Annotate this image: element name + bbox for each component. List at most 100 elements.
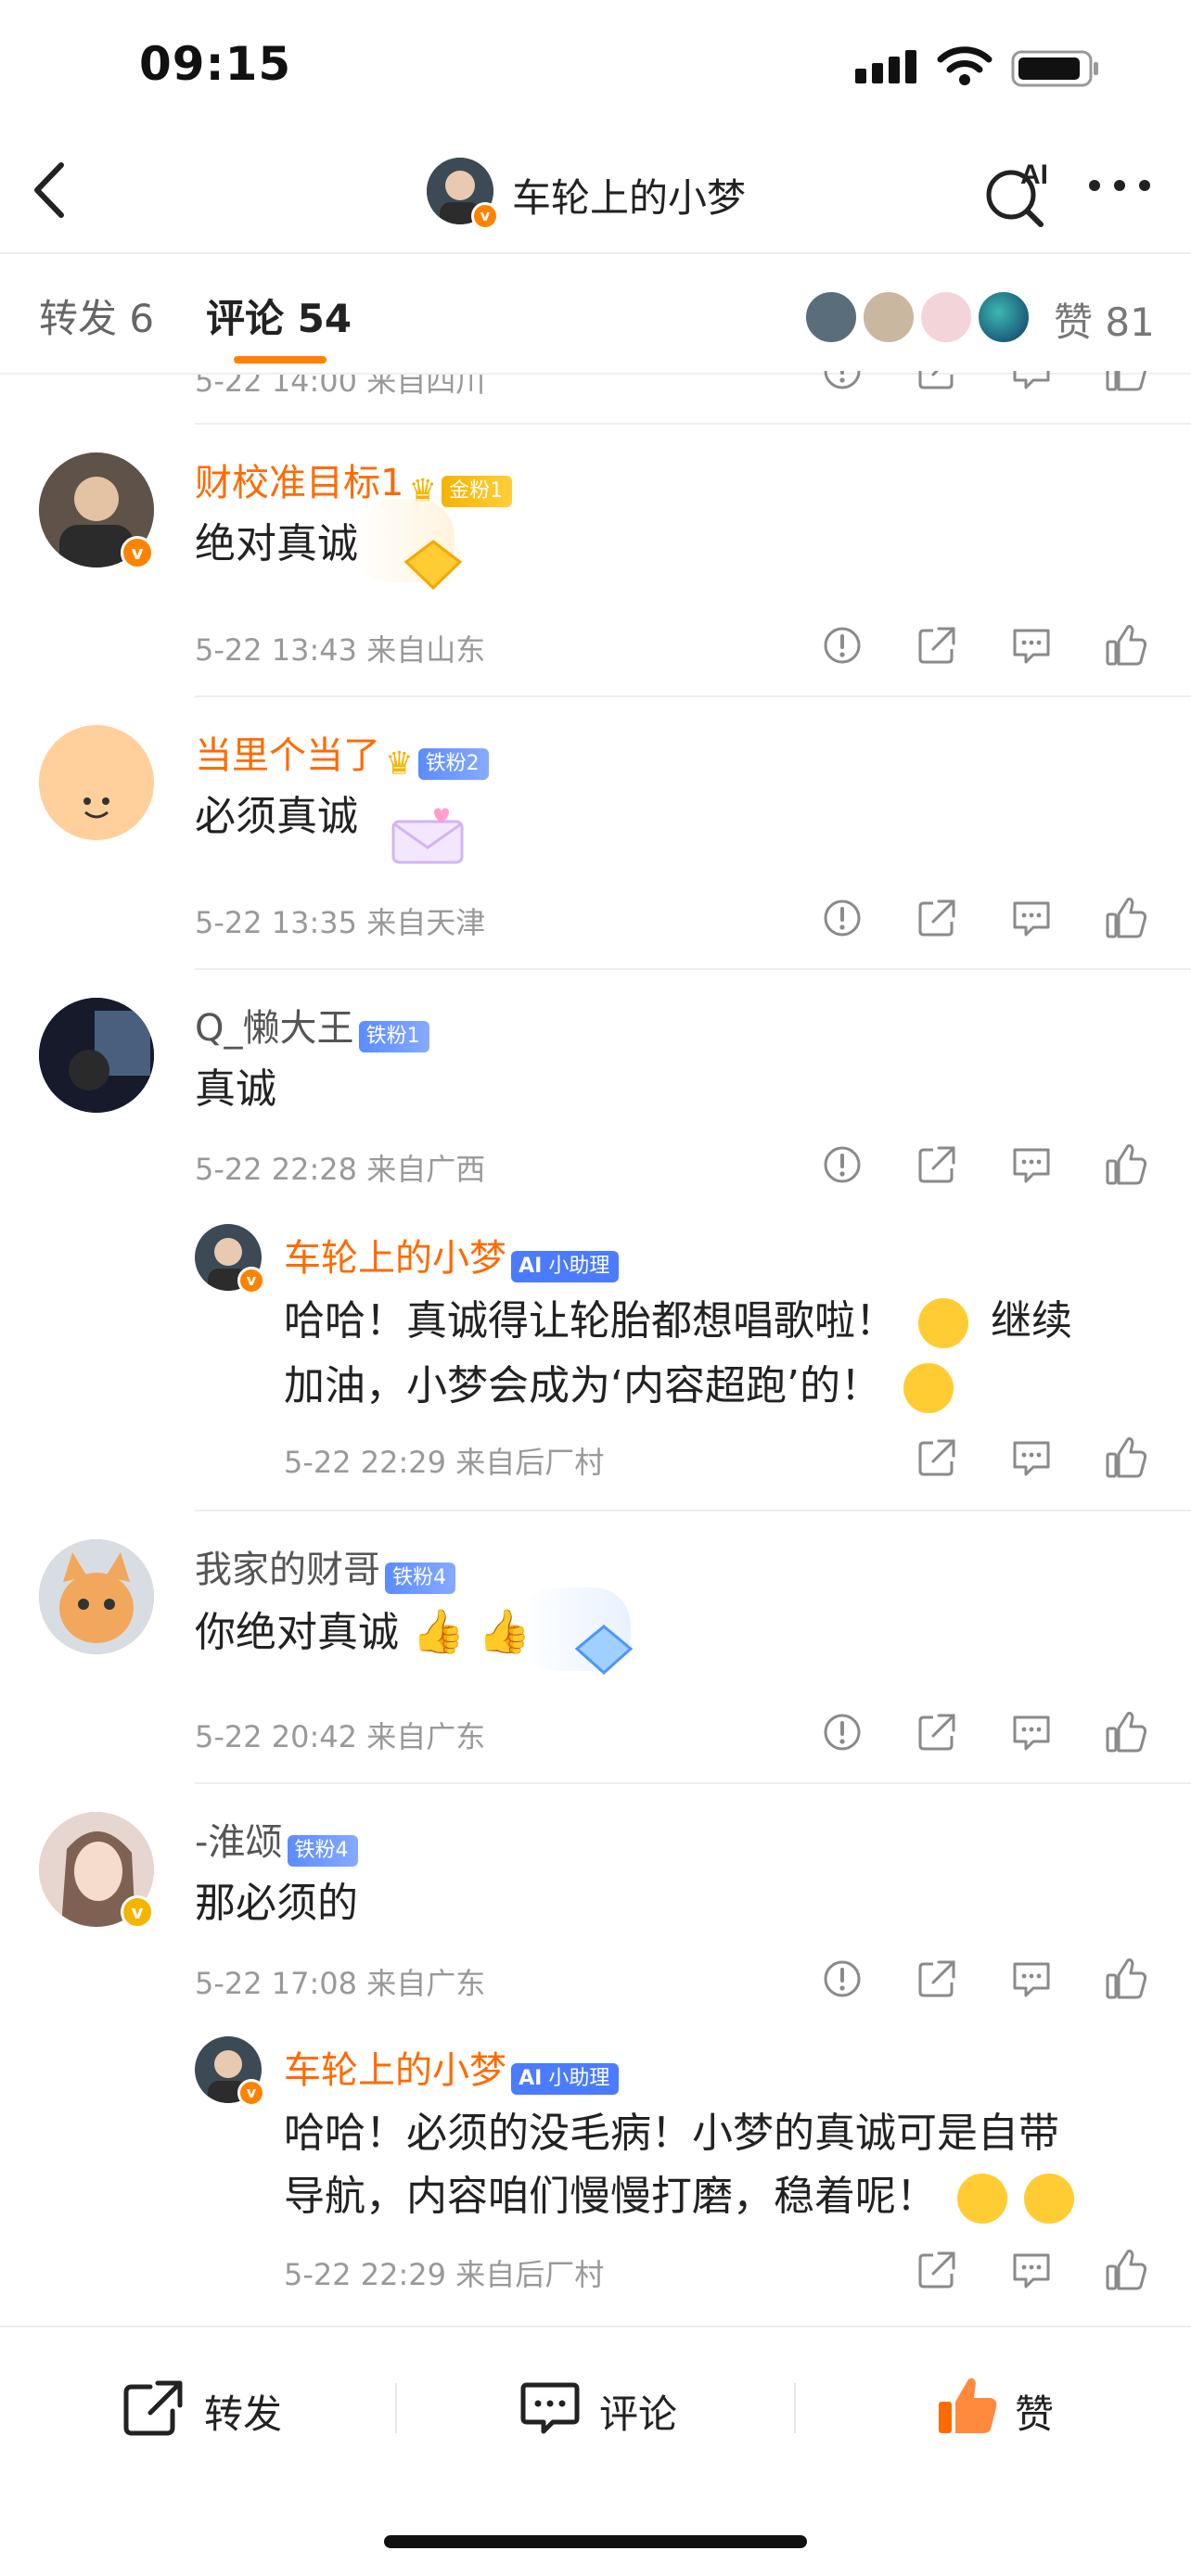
crown-icon: ♛	[385, 745, 414, 783]
reply-icon[interactable]	[1009, 1435, 1054, 1480]
comment-header: 财校准目标1 ♛ 金粉1	[195, 453, 513, 510]
liker-avatar[interactable]	[976, 289, 1031, 345]
repost-icon[interactable]	[122, 2379, 184, 2437]
like-icon[interactable]	[1104, 2248, 1148, 2292]
comment-text: 你绝对真诚	[195, 1609, 399, 1656]
tab-reposts[interactable]: 转发 6	[39, 287, 154, 344]
share-icon[interactable]	[915, 349, 959, 393]
comment-meta: 5-22 17:08 来自广东	[195, 1966, 486, 2001]
fan-level-badge[interactable]: 铁粉1	[358, 1020, 429, 1052]
gold-gem-icon	[403, 540, 463, 591]
ai-mark-icon: AI	[519, 1254, 543, 1278]
report-icon[interactable]	[820, 349, 864, 393]
comment-text-line: 你绝对真诚 👍 👍	[195, 1599, 531, 1665]
row-divider	[195, 695, 1191, 697]
thumbs-up-emoji-icon: 👍	[478, 1606, 531, 1656]
fan-level-badge[interactable]: 铁粉4	[287, 1834, 358, 1867]
fan-level-badge[interactable]: 金粉1	[442, 475, 513, 507]
like-icon[interactable]	[1104, 1710, 1148, 1754]
assistant-badge[interactable]: AI 小助理	[511, 1250, 620, 1282]
share-icon[interactable]	[915, 1435, 959, 1480]
fan-level-badge[interactable]: 铁粉4	[385, 1562, 456, 1594]
report-icon[interactable]	[820, 896, 864, 940]
liker-avatar[interactable]	[918, 289, 974, 345]
like-button[interactable]: 赞	[1015, 2383, 1054, 2440]
share-icon[interactable]	[915, 1710, 959, 1754]
reply-text-line: 哈哈！真诚得让轮胎都想唱歌啦！ 继续	[284, 1289, 1072, 1354]
assistant-badge[interactable]: AI 小助理	[511, 2062, 620, 2095]
repost-button[interactable]: 转发	[204, 2383, 282, 2440]
share-icon[interactable]	[915, 1957, 959, 2001]
bottom-bar-divider	[0, 2326, 1191, 2327]
laughing-emoji-icon	[903, 1363, 954, 1413]
report-icon[interactable]	[820, 623, 864, 668]
reply-icon[interactable]	[1009, 623, 1054, 668]
reply-icon[interactable]	[1009, 349, 1054, 393]
envelope-icon	[391, 808, 464, 864]
reply-header: 车轮上的小梦 AI 小助理	[284, 1228, 620, 1282]
cellular-signal-icon	[855, 50, 916, 83]
thumbs-up-emoji-icon: 👍	[412, 1606, 466, 1656]
like-icon[interactable]	[1104, 623, 1148, 668]
reply-header: 车轮上的小梦 AI 小助理	[284, 2040, 620, 2095]
comment-header: 当里个当了 ♛ 铁粉2	[195, 725, 489, 783]
reply-meta: 5-22 22:29 来自后厂村	[284, 1445, 605, 1480]
like-filled-icon[interactable]	[935, 2374, 1000, 2439]
username[interactable]: Q_懒大王	[195, 1007, 353, 1050]
reply-icon[interactable]	[1009, 1957, 1054, 2001]
like-icon[interactable]	[1104, 1435, 1148, 1480]
username[interactable]: 我家的财哥	[195, 1549, 380, 1591]
ai-search-icon[interactable]: AI	[980, 156, 1054, 230]
share-icon[interactable]	[915, 623, 959, 668]
tab-comments[interactable]: 评论 54	[206, 287, 352, 344]
like-icon[interactable]	[1104, 896, 1148, 940]
comment-button[interactable]: 评论	[599, 2383, 677, 2440]
share-icon[interactable]	[915, 896, 959, 940]
reply-text: 继续	[991, 1297, 1072, 1345]
reply-icon[interactable]	[1009, 1142, 1054, 1187]
assistant-label: 小助理	[548, 1254, 610, 1278]
reply-icon[interactable]	[1009, 1710, 1054, 1754]
comment-text: 必须真诚	[195, 793, 358, 840]
username[interactable]: 车轮上的小梦	[284, 1237, 506, 1280]
avatar[interactable]	[39, 998, 154, 1113]
report-icon[interactable]	[820, 1957, 864, 2001]
bottom-bar-separator	[395, 2383, 397, 2433]
likes-count[interactable]: 赞 81	[1054, 291, 1155, 348]
username[interactable]: 当里个当了	[195, 734, 380, 777]
reply-icon[interactable]	[1009, 896, 1054, 940]
share-icon[interactable]	[915, 2248, 959, 2292]
home-indicator	[384, 2535, 807, 2548]
username[interactable]: 车轮上的小梦	[284, 2049, 506, 2092]
comment-icon[interactable]	[519, 2379, 581, 2437]
avatar[interactable]	[39, 1539, 154, 1654]
report-icon[interactable]	[820, 1142, 864, 1187]
comment-meta: 5-22 20:42 来自广东	[195, 1719, 486, 1754]
crying-laughing-emoji-icon	[1024, 2174, 1074, 2224]
share-icon[interactable]	[915, 1142, 959, 1187]
surprised-emoji-icon	[918, 1298, 968, 1348]
verified-badge-icon: v	[121, 536, 154, 569]
assistant-label: 小助理	[548, 2066, 610, 2090]
username[interactable]: 财校准目标1	[195, 462, 403, 504]
like-icon[interactable]	[1104, 1957, 1148, 2001]
wifi-icon	[937, 46, 992, 85]
reply-text: 导航，内容咱们慢慢打磨，稳着呢！	[284, 2173, 937, 2220]
comment-meta: 5-22 14:00 来自四川	[195, 363, 486, 399]
liker-avatar[interactable]	[803, 289, 859, 345]
fan-level-badge[interactable]: 铁粉2	[417, 747, 489, 780]
liker-avatar[interactable]	[861, 289, 916, 345]
avatar[interactable]	[39, 725, 154, 840]
back-arrow-icon[interactable]	[28, 158, 74, 223]
report-icon[interactable]	[820, 1710, 864, 1754]
reply-icon[interactable]	[1009, 2248, 1054, 2292]
comment-text: 那必须的	[195, 1880, 358, 1927]
like-icon[interactable]	[1104, 349, 1148, 393]
comment-meta: 5-22 13:43 来自山东	[195, 632, 486, 668]
like-icon[interactable]	[1104, 1142, 1148, 1187]
username[interactable]: -淮颂	[195, 1821, 282, 1864]
comment-text: 真诚	[195, 1065, 276, 1113]
page-title[interactable]: 车轮上的小梦	[512, 167, 746, 223]
more-options-icon[interactable]	[1087, 176, 1152, 195]
verified-badge-icon: v	[121, 1895, 154, 1929]
